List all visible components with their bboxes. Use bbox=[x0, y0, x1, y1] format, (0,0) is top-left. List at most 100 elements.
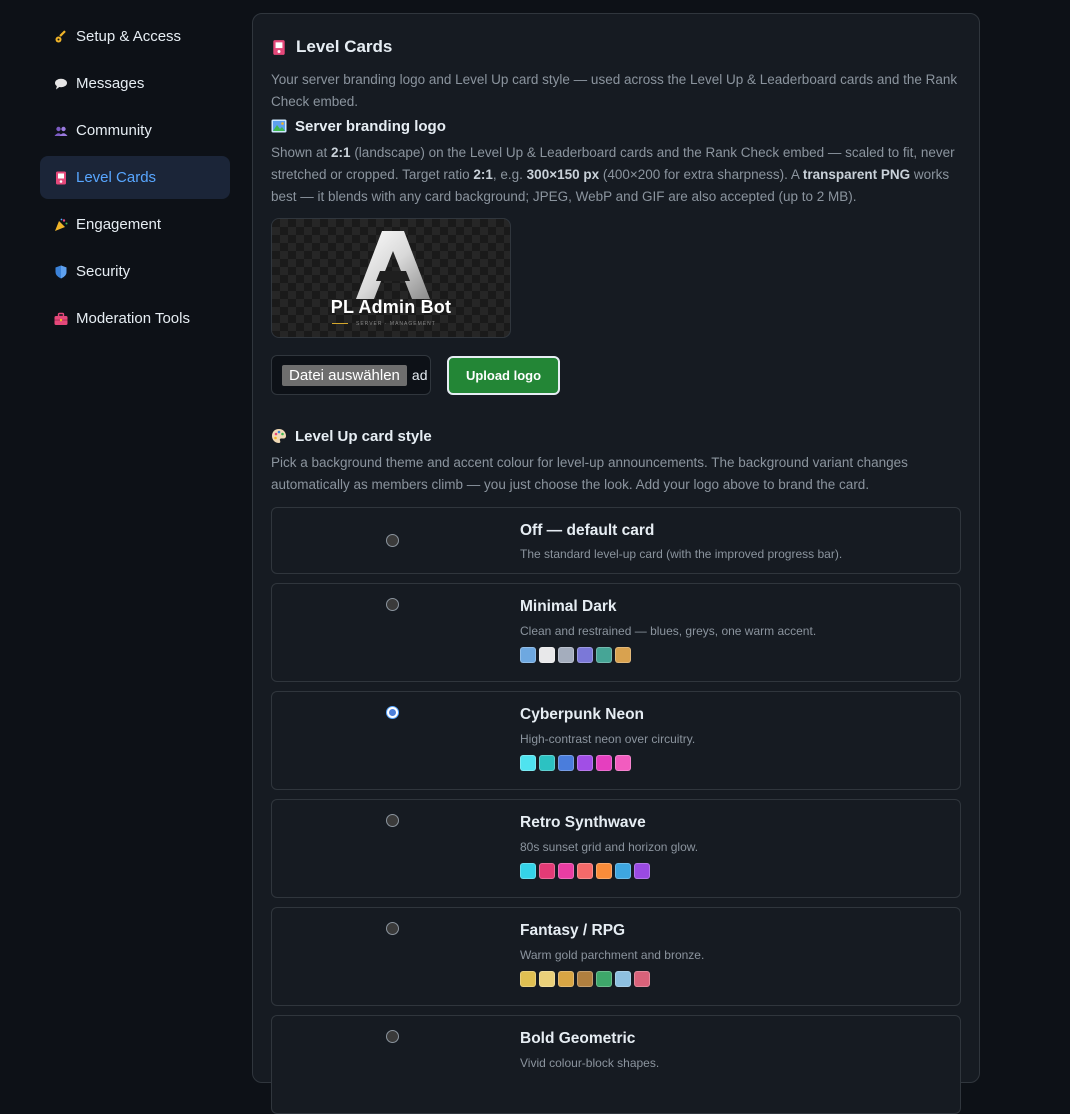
logo-preview: PL Admin Bot SERVER · MANAGEMENT bbox=[271, 218, 511, 338]
color-swatch bbox=[596, 755, 612, 771]
color-swatch bbox=[539, 863, 555, 879]
color-swatches bbox=[520, 755, 695, 771]
style-radio[interactable] bbox=[386, 534, 399, 547]
sidebar-item-moderation-tools[interactable]: Moderation Tools bbox=[40, 297, 230, 340]
sidebar-item-community[interactable]: Community bbox=[40, 109, 230, 152]
card-style-title-text: Level Up card style bbox=[295, 427, 432, 445]
color-swatch bbox=[596, 647, 612, 663]
style-radio[interactable] bbox=[386, 598, 399, 611]
choose-file-button[interactable]: Datei auswählen bbox=[282, 364, 407, 386]
color-swatch bbox=[520, 971, 536, 987]
color-swatch bbox=[615, 971, 631, 987]
style-desc: Clean and restrained — blues, greys, one… bbox=[520, 624, 817, 638]
style-radio[interactable] bbox=[386, 1030, 399, 1043]
color-swatches bbox=[520, 971, 704, 987]
color-swatch bbox=[577, 863, 593, 879]
sidebar-item-label: Moderation Tools bbox=[76, 310, 190, 327]
color-swatch bbox=[520, 755, 536, 771]
style-radio[interactable] bbox=[386, 922, 399, 935]
color-swatch bbox=[558, 863, 574, 879]
color-swatch bbox=[577, 647, 593, 663]
sidebar-item-engagement[interactable]: Engagement bbox=[40, 203, 230, 246]
card-style-desc: Pick a background theme and accent colou… bbox=[271, 455, 908, 492]
color-swatch bbox=[539, 971, 555, 987]
sidebar-nav: Setup & Access Messages Community Level … bbox=[40, 15, 230, 344]
color-swatch bbox=[634, 971, 650, 987]
sidebar-item-label: Level Cards bbox=[76, 169, 157, 186]
color-swatch bbox=[615, 647, 631, 663]
style-desc: Warm gold parchment and bronze. bbox=[520, 948, 705, 962]
style-option-retro-synthwave[interactable]: Retro Synthwave 80s sunset grid and hori… bbox=[271, 799, 961, 898]
style-name: Cyberpunk Neon bbox=[520, 706, 645, 723]
style-desc: 80s sunset grid and horizon glow. bbox=[520, 840, 699, 854]
color-swatch bbox=[520, 647, 536, 663]
sidebar-item-label: Community bbox=[76, 122, 152, 139]
branding-title-text: Server branding logo bbox=[295, 117, 446, 135]
branding-desc-part: , e.g. bbox=[492, 167, 527, 182]
sidebar-item-level-cards[interactable]: Level Cards bbox=[40, 156, 230, 199]
file-status: ad bbox=[411, 367, 428, 383]
sidebar-item-setup-access[interactable]: Setup & Access bbox=[40, 15, 230, 58]
page-title-text: Level Cards bbox=[296, 37, 393, 56]
sidebar-item-security[interactable]: Security bbox=[40, 250, 230, 293]
style-name: Fantasy / RPG bbox=[520, 922, 626, 939]
upload-row: Datei auswählen ad Upload logo bbox=[271, 355, 961, 395]
branding-desc-bold: 2:1 bbox=[473, 167, 493, 182]
color-swatch bbox=[577, 755, 593, 771]
upload-logo-button[interactable]: Upload logo bbox=[447, 355, 560, 395]
style-option-bold-geometric[interactable]: Bold Geometric Vivid colour-block shapes… bbox=[271, 1015, 961, 1114]
color-swatch bbox=[539, 755, 555, 771]
style-option-minimal-dark[interactable]: Minimal Dark Clean and restrained — blue… bbox=[271, 583, 961, 682]
logo-text: PL Admin Bot bbox=[330, 297, 452, 317]
sidebar-item-label: Messages bbox=[76, 75, 145, 92]
page-title: Level Cards bbox=[271, 36, 961, 58]
style-option-fantasy-rpg[interactable]: Fantasy / RPG Warm gold parchment and br… bbox=[271, 907, 961, 1006]
style-radio[interactable] bbox=[386, 814, 399, 827]
speech-bubble-icon bbox=[54, 77, 68, 91]
toolbox-icon bbox=[54, 312, 68, 326]
color-swatch bbox=[558, 647, 574, 663]
sidebar-item-label: Engagement bbox=[76, 216, 162, 233]
style-name: Bold Geometric bbox=[520, 1030, 636, 1047]
sidebar-item-label: Setup & Access bbox=[76, 28, 182, 45]
logo-accent-line bbox=[332, 323, 348, 324]
color-swatches bbox=[520, 863, 698, 879]
level-cards-panel: Level Cards Your server branding logo an… bbox=[252, 13, 980, 1114]
party-popper-icon bbox=[54, 218, 68, 232]
color-swatches bbox=[520, 647, 816, 663]
branding-desc-part: (400×200 for extra sharpness). A bbox=[599, 167, 803, 182]
palette-icon bbox=[271, 428, 287, 444]
card-icon bbox=[271, 39, 287, 56]
sidebar-item-messages[interactable]: Messages bbox=[40, 62, 230, 105]
style-radio-selected[interactable] bbox=[386, 706, 399, 719]
style-desc: High-contrast neon over circuitry. bbox=[520, 732, 696, 746]
shield-icon bbox=[54, 265, 68, 279]
style-name: Minimal Dark bbox=[520, 598, 617, 615]
style-option-off[interactable]: Off — default card The standard level-up… bbox=[271, 507, 961, 574]
card-style-options: Off — default card The standard level-up… bbox=[271, 507, 961, 1114]
color-swatch bbox=[615, 863, 631, 879]
color-swatch bbox=[558, 755, 574, 771]
picture-icon bbox=[271, 119, 287, 133]
branding-desc-part: Shown at bbox=[271, 145, 332, 160]
branding-desc: Shown at 2:1 (landscape) on the Level Up… bbox=[271, 142, 961, 208]
card-style-section-title: Level Up card style bbox=[271, 426, 961, 446]
style-name: Off — default card bbox=[520, 522, 655, 539]
style-name: Retro Synthwave bbox=[520, 814, 646, 831]
card-icon bbox=[54, 171, 68, 185]
logo-file-input[interactable]: Datei auswählen ad bbox=[271, 355, 431, 395]
branding-desc-bold: transparent PNG bbox=[802, 167, 911, 182]
color-swatch bbox=[539, 647, 555, 663]
color-swatch bbox=[520, 863, 536, 879]
branding-section-title: Server branding logo bbox=[271, 116, 961, 136]
people-icon bbox=[54, 124, 68, 138]
color-swatch bbox=[596, 863, 612, 879]
color-swatch bbox=[634, 863, 650, 879]
style-desc: The standard level-up card (with the imp… bbox=[520, 547, 843, 561]
logo-subtext: SERVER · MANAGEMENT bbox=[356, 321, 436, 327]
color-swatch bbox=[577, 971, 593, 987]
logo-letter-a-icon bbox=[356, 231, 430, 299]
style-option-cyberpunk-neon[interactable]: Cyberpunk Neon High-contrast neon over c… bbox=[271, 691, 961, 790]
branding-desc-bold: 300×150 px bbox=[526, 167, 600, 182]
style-desc: Vivid colour-block shapes. bbox=[520, 1056, 660, 1070]
